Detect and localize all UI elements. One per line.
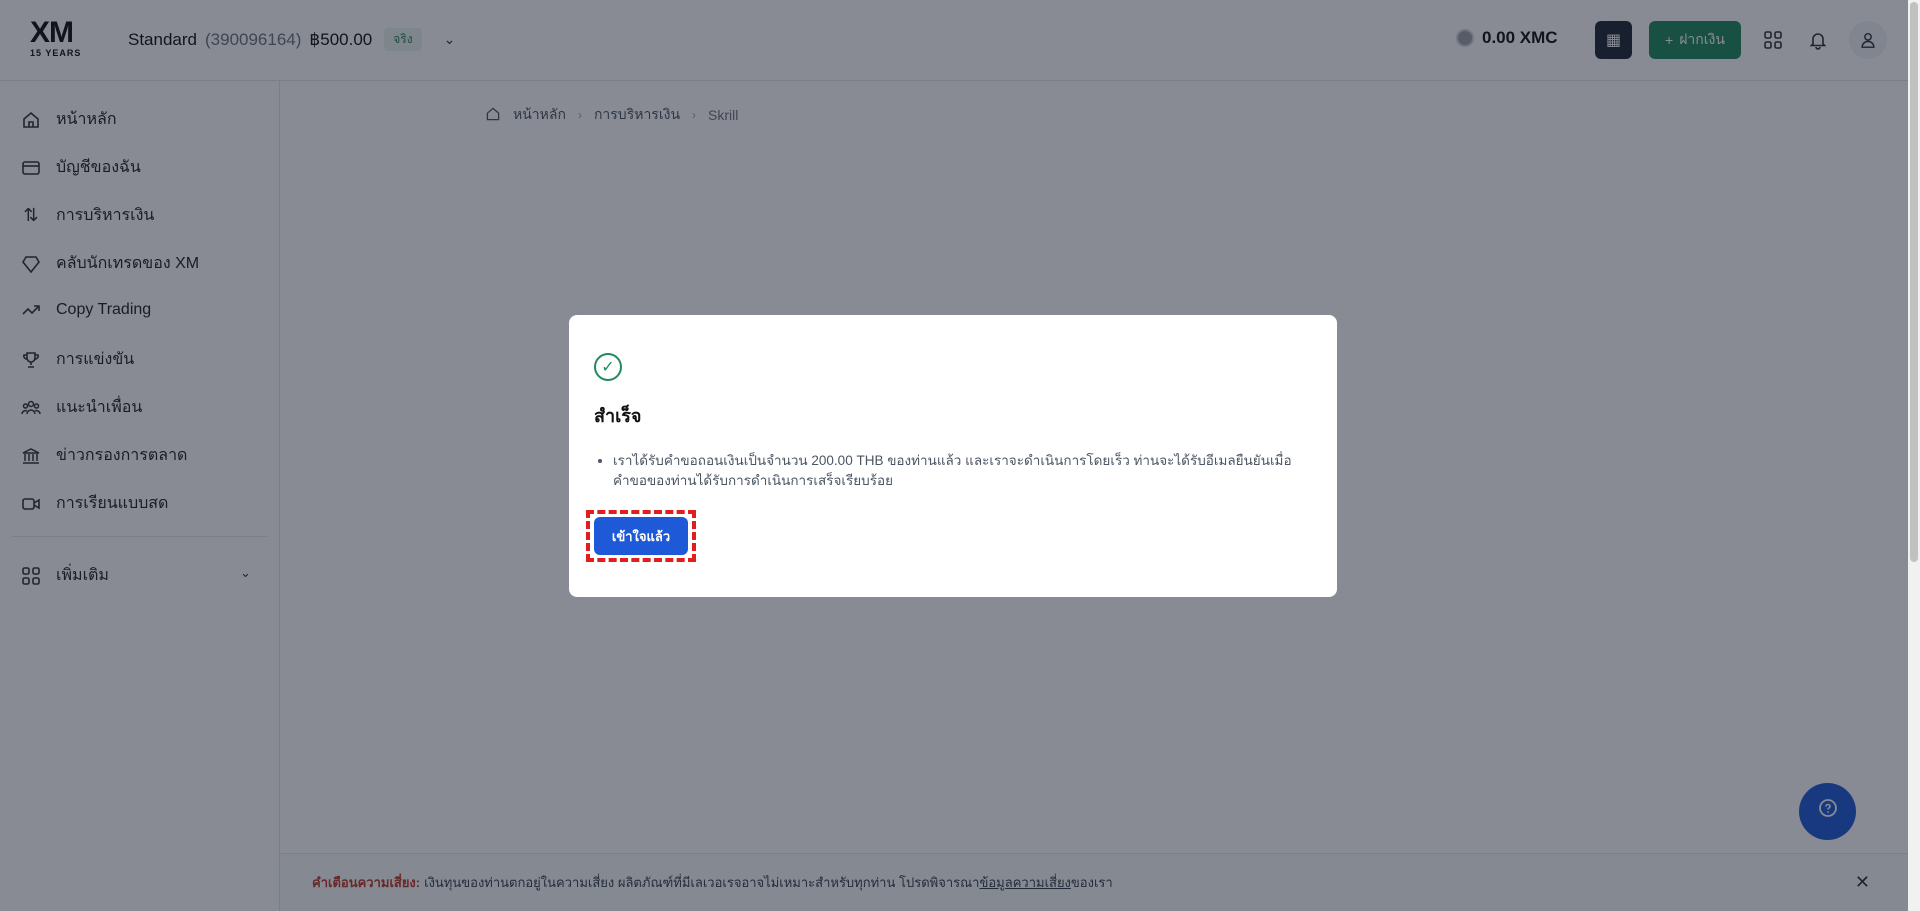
dialog-message-list: เราได้รับคำขอถอนเงินเป็นจำนวน 200.00 THB… [613, 451, 1313, 491]
dialog-message: เราได้รับคำขอถอนเงินเป็นจำนวน 200.00 THB… [613, 451, 1313, 491]
dialog-title: สำเร็จ [594, 406, 642, 426]
scrollbar-thumb[interactable] [1910, 2, 1918, 562]
check-circle-icon: ✓ [594, 353, 622, 381]
confirm-button[interactable]: เข้าใจแล้ว [594, 517, 688, 555]
success-dialog: ✓ สำเร็จ เราได้รับคำขอถอนเงินเป็นจำนวน 2… [569, 315, 1337, 597]
page-scrollbar[interactable] [1908, 0, 1920, 911]
